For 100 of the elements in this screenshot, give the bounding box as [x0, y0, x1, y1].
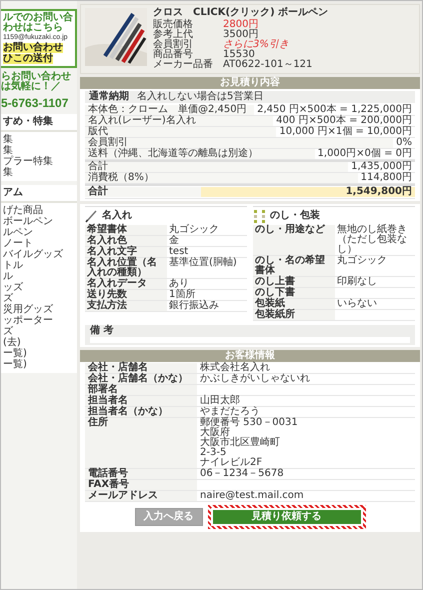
field-label: 名入れデータ — [85, 279, 167, 289]
item-amount: 400 円×500本 = 200,000円 — [275, 116, 413, 126]
phone-number: 5-6763-1107 — [1, 96, 70, 110]
menu-item[interactable]: げた商品 — [3, 206, 75, 216]
item-label: 合計 — [85, 162, 348, 172]
field-label: 包装紙所 — [253, 310, 335, 320]
spec-value: AT0622-101～121 — [223, 60, 314, 70]
field-label: メールアドレス — [85, 491, 197, 501]
menu-item[interactable]: ッポーター — [3, 316, 75, 326]
item-label: 本体色：クローム 単価@2,450円 — [85, 105, 254, 115]
menu-item[interactable]: ー覧) — [3, 360, 75, 370]
product-title: クロス CLICK(クリック) ボールペン — [153, 8, 328, 18]
menu-item[interactable]: ー覧) — [3, 349, 75, 359]
field-label: 担当者名（かな） — [85, 407, 197, 417]
spec-value: 15530 — [223, 50, 255, 60]
item-amount: 1,000円×0個 = 0円 — [316, 149, 413, 159]
menu-item[interactable]: (去) — [3, 338, 75, 348]
item-label: 会員割引 — [85, 138, 394, 148]
menu-item[interactable]: 集 — [3, 146, 75, 156]
field-value: かぶしきがいしゃないれ — [199, 374, 311, 384]
menu-item[interactable]: バイルグッズ — [3, 250, 75, 260]
menu-item[interactable]: 災用グッズ — [3, 305, 75, 315]
spec-label: 会員割引 — [153, 40, 194, 50]
menu-item[interactable]: トル — [3, 261, 75, 271]
delivery-note: 名入れしない場合は5営業日 — [137, 92, 264, 102]
address-line: ナイレビル2F — [200, 458, 264, 468]
spec-value: さらに3%引き — [223, 40, 290, 50]
menu-item[interactable]: プラー特集 — [3, 157, 75, 167]
field-label: 名入れ位置（名入れの種類） — [85, 258, 167, 278]
field-label: 会社・店舗名（かな） — [85, 374, 197, 384]
field-label: 会社・店舗名 — [85, 363, 197, 373]
field-value: test — [168, 247, 190, 257]
item-label: 版代 — [85, 127, 276, 137]
field-value: 銀行振込み — [168, 301, 220, 311]
field-label: 担当者名 — [85, 396, 197, 406]
contact-link[interactable]: ひこの送付 — [3, 54, 53, 64]
menu-item[interactable]: ル — [3, 272, 75, 282]
field-value: 金 — [168, 236, 180, 246]
field-value: naire@test.mail.com — [199, 491, 305, 501]
item-label: 合計 — [85, 187, 201, 197]
field-value: 基準位置(胴軸) — [168, 258, 238, 270]
section-title: のし・包装 — [270, 211, 320, 221]
item-amount: 114,800円 — [360, 173, 413, 183]
field-value: いらない — [336, 299, 378, 309]
item-label: 消費税（8%） — [85, 173, 358, 183]
address-line: 郵便番号 530－0031 — [200, 418, 299, 428]
field-value: 1箇所 — [168, 290, 196, 300]
field-value: 丸ゴシック — [168, 225, 220, 235]
section-title: 名入れ — [102, 211, 132, 221]
menu-item[interactable]: ボールペン — [3, 217, 75, 227]
address-line: 2-3-5 — [200, 448, 228, 458]
field-label: のし下書 — [253, 288, 335, 298]
item-amount: 10,000 円×1個 = 10,000円 — [278, 127, 413, 137]
field-label: のし上書 — [253, 277, 335, 287]
spec-label: メーカー品番 — [153, 60, 214, 70]
section-header: お見積り内容 — [80, 77, 420, 89]
field-label: 名入れ文字 — [85, 247, 167, 257]
item-amount: 0% — [395, 138, 413, 148]
field-value: 印刷なし — [336, 277, 378, 287]
menu-item[interactable]: ノート — [3, 239, 75, 249]
menu-item[interactable]: ズ — [3, 327, 75, 337]
grid-icon — [253, 209, 266, 223]
field-value: 06－1234－5678 — [199, 469, 285, 479]
field-label: 電話番号 — [85, 469, 197, 479]
field-label: 名入れ色 — [85, 236, 167, 246]
menu-item[interactable]: 集 — [3, 168, 75, 178]
item-label: 名入れ(レーザー)名入れ — [85, 116, 274, 126]
address-line: 大阪府 — [200, 428, 230, 438]
spec-value: 2800円 — [223, 20, 260, 30]
contact-heading: ルでのお問い合わせはこちら — [3, 13, 73, 33]
field-value: 丸ゴシック — [336, 256, 388, 268]
item-label: 送料（沖縄、北海道等の離島は別途） — [85, 149, 315, 159]
menu-item[interactable]: ルペン — [3, 228, 75, 238]
field-label: のし・用途など — [253, 225, 335, 255]
pen-icon — [85, 209, 98, 223]
menu-heading: すめ・特集 — [1, 114, 77, 132]
section-header: お客様情報 — [80, 350, 420, 362]
menu-item[interactable]: 集 — [3, 135, 75, 145]
contact-link[interactable]: お問い合わせ — [3, 43, 63, 53]
field-label: 送り先数 — [85, 290, 167, 300]
field-label: 部署名 — [85, 385, 197, 395]
field-value: 無地のし紙巻き（ただし包装なし） — [336, 225, 408, 255]
field-label: 包装紙 — [253, 299, 335, 309]
phone-label: らお問い合わせは気軽に！／ — [1, 72, 72, 92]
menu-item[interactable]: ッズ — [3, 283, 75, 293]
field-label: 希望書体 — [85, 225, 167, 235]
menu-item[interactable]: ズ — [3, 294, 75, 304]
spec-value: 3500円 — [223, 30, 258, 40]
field-value: あり — [168, 279, 189, 289]
address-line: 大阪市北区豊崎町 — [200, 438, 281, 448]
remarks-label: 備 考 — [90, 326, 114, 336]
spec-label: 参考上代 — [153, 30, 194, 40]
field-value: 株式会社名入れ — [199, 363, 271, 373]
field-value: やまだたろう — [199, 407, 261, 417]
field-label: 住所 — [85, 418, 197, 468]
delivery-label: 通常納期 — [89, 92, 129, 102]
item-amount: 1,435,000円 — [350, 162, 413, 172]
item-amount: 1,549,800円 — [201, 187, 415, 197]
field-label: 支払方法 — [85, 301, 167, 311]
menu-heading: アム — [1, 185, 77, 203]
